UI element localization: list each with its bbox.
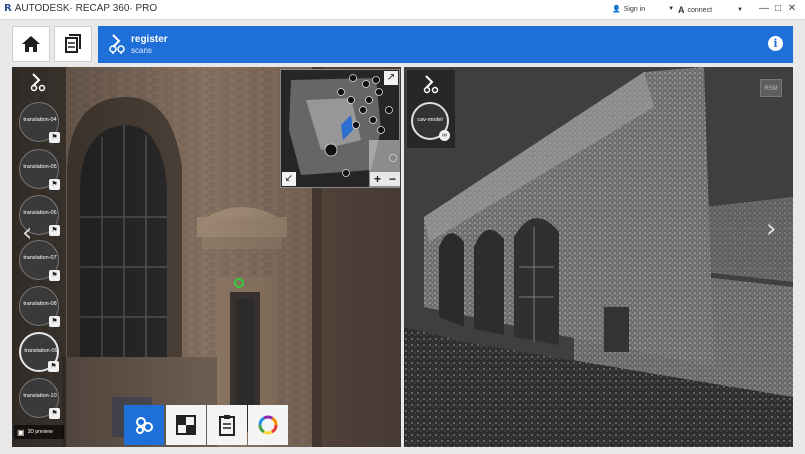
- scan-view-button[interactable]: [124, 405, 164, 445]
- link-icon[interactable]: ∞: [439, 130, 450, 141]
- title-bar: R AUTODESK· RECAP 360· PRO 👤 Sign in ▼ A…: [0, 0, 805, 20]
- expand-icon[interactable]: ↗: [384, 71, 398, 85]
- scan-item-translation-09[interactable]: translation-09 ⚑: [19, 332, 59, 372]
- scans-cluster-icon: [136, 417, 153, 434]
- scan-item-translation-10[interactable]: translation-10 ⚑: [19, 378, 60, 419]
- collapse-icon[interactable]: ↙: [282, 172, 296, 186]
- minimap-view: [281, 70, 399, 187]
- connect-menu[interactable]: A connect ▼: [678, 5, 743, 15]
- scan-label: translation-10: [23, 393, 57, 399]
- pointcloud-view: [404, 67, 793, 447]
- page-title: register: [131, 34, 168, 45]
- register-pin-icon: [30, 73, 46, 92]
- scan-item-translation-05[interactable]: translation-05 ⚑: [19, 149, 60, 190]
- autodesk-a-icon: A: [678, 5, 685, 15]
- scan-label: cav-model: [417, 117, 443, 123]
- zoom-out-icon[interactable]: −: [389, 172, 396, 186]
- scan-item-translation-08[interactable]: translation-08 ⚑: [19, 286, 60, 327]
- cloud-view-button[interactable]: [166, 405, 206, 445]
- minimap-zoom-controls: + −: [370, 172, 400, 186]
- documents-icon: [65, 34, 81, 53]
- scan-minimap[interactable]: ↗ ↙: [280, 69, 400, 188]
- app-logo: R AUTODESK· RECAP 360· PRO: [4, 3, 157, 14]
- chevron-down-icon: ▼: [737, 7, 743, 13]
- signin-menu[interactable]: 👤 Sign in ▼: [612, 5, 675, 14]
- zoom-in-icon[interactable]: +: [374, 172, 381, 186]
- pin-icon[interactable]: ⚑: [49, 179, 60, 190]
- autodesk-r-icon: R: [4, 3, 12, 14]
- home-button[interactable]: [12, 26, 50, 62]
- page-subtitle: scans: [131, 46, 152, 55]
- previous-scan-arrow[interactable]: ‹: [22, 218, 32, 248]
- projects-button[interactable]: [54, 26, 92, 62]
- scan-label: translation-05: [23, 164, 57, 170]
- pin-icon[interactable]: ⚑: [49, 316, 60, 327]
- preview-toggle[interactable]: ▣ 3D preview: [14, 425, 64, 439]
- checker-icon: [176, 415, 196, 435]
- next-scan-arrow[interactable]: ›: [766, 214, 776, 244]
- register-pin-icon: [423, 75, 439, 94]
- scan-label: translation-04: [23, 117, 57, 123]
- register-scans-icon: [109, 34, 125, 54]
- preview-label: 3D preview: [27, 429, 53, 435]
- close-button[interactable]: ✕: [786, 3, 798, 15]
- color-wheel-icon: [258, 415, 278, 435]
- header-banner: register scans i: [98, 26, 793, 63]
- home-icon: [22, 36, 40, 52]
- target-scan-item[interactable]: cav-model ∞: [411, 102, 450, 141]
- maximize-button[interactable]: □: [772, 3, 784, 15]
- scan-item-translation-04[interactable]: translation-04 ⚑: [19, 102, 60, 143]
- chevron-down-icon: ▼: [668, 6, 675, 12]
- connect-label: connect: [687, 6, 713, 14]
- rsm-badge[interactable]: RSM: [760, 79, 782, 97]
- pin-icon[interactable]: ⚑: [49, 408, 60, 419]
- right-pointcloud-viewport[interactable]: [404, 67, 793, 447]
- clipboard-icon: [219, 415, 235, 436]
- scan-label: translation-06: [23, 210, 57, 216]
- scan-label: translation-07: [23, 255, 57, 261]
- scan-label: translation-08: [23, 301, 57, 307]
- minimize-button[interactable]: —: [758, 3, 770, 15]
- pin-icon[interactable]: ⚑: [49, 270, 60, 281]
- pin-icon[interactable]: ⚑: [48, 361, 59, 372]
- app-title: AUTODESK· RECAP 360· PRO: [14, 3, 158, 14]
- pin-icon[interactable]: ⚑: [49, 132, 60, 143]
- info-button[interactable]: i: [768, 36, 783, 51]
- report-button[interactable]: [207, 405, 247, 445]
- color-mode-button[interactable]: [248, 405, 288, 445]
- scan-label: translation-09: [24, 348, 58, 354]
- user-icon: 👤: [612, 6, 621, 13]
- pin-icon[interactable]: ⚑: [49, 225, 60, 236]
- signin-label: Sign in: [623, 5, 646, 13]
- cube-icon: ▣: [17, 427, 25, 437]
